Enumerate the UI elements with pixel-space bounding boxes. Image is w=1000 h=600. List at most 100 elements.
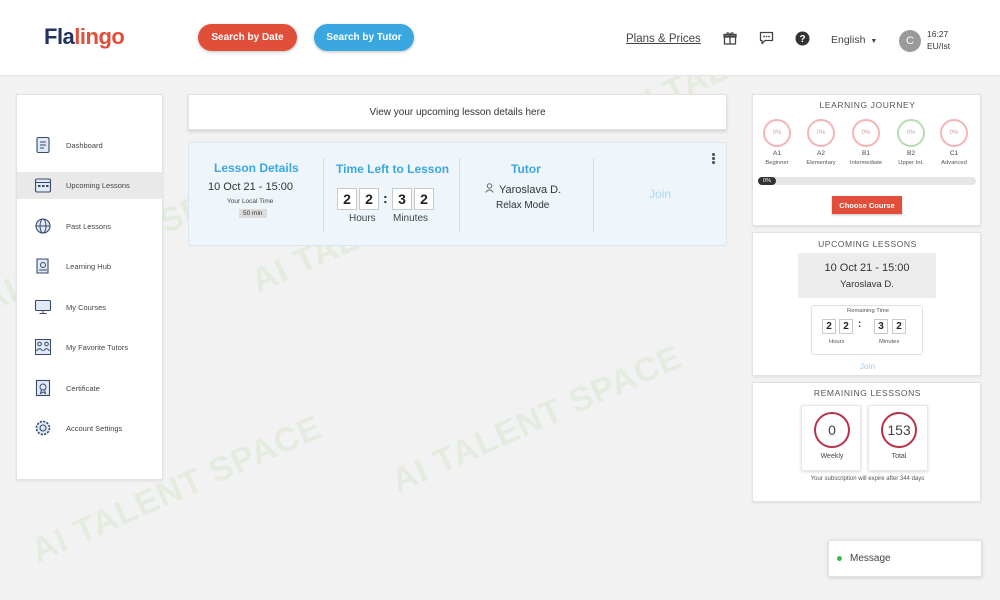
flalingo-logo[interactable]: Flalingo bbox=[44, 24, 125, 50]
settings-icon bbox=[34, 419, 52, 437]
chat-icon[interactable] bbox=[758, 30, 774, 46]
divider bbox=[323, 158, 324, 232]
progress-label: 0% bbox=[763, 178, 771, 184]
remaining-time-box: Remaining Time 2 2 : 3 2 Hours Minutes bbox=[811, 305, 923, 355]
join-button[interactable]: Join bbox=[649, 187, 671, 201]
sidebar-item-my-courses[interactable]: My Courses bbox=[17, 294, 164, 321]
avatar[interactable]: C bbox=[899, 30, 921, 52]
learning-journey-title: LEARNING JOURNEY bbox=[819, 100, 916, 110]
minutes-label: Minutes bbox=[879, 339, 900, 345]
more-options-icon[interactable] bbox=[712, 153, 716, 165]
search-by-tutor-button[interactable]: Search by Tutor bbox=[314, 24, 414, 51]
certificate-icon bbox=[34, 379, 52, 397]
hours-label: Hours bbox=[829, 339, 845, 345]
subscription-expiry-text: Your subscription will expire after 344 … bbox=[810, 476, 925, 482]
tutor-name-row[interactable]: Yaroslava D. bbox=[485, 183, 561, 196]
countdown-digit: 2 bbox=[892, 319, 906, 334]
countdown-digit: 2 bbox=[337, 188, 357, 210]
upcoming-lessons-banner: View your upcoming lesson details here bbox=[188, 94, 727, 130]
lesson-datetime: 10 Oct 21 - 15:00 bbox=[208, 181, 293, 193]
total-lessons-box: 153 Total bbox=[868, 405, 928, 471]
clock-display: 16:27 EU/Ist bbox=[927, 28, 950, 52]
logo-part-2: lingo bbox=[74, 24, 125, 49]
level-percent: 0% bbox=[861, 130, 871, 136]
tutor-name: Yaroslava D. bbox=[499, 183, 562, 196]
plans-prices-link[interactable]: Plans & Prices bbox=[626, 33, 701, 45]
language-label: English bbox=[831, 34, 866, 46]
message-label: Message bbox=[850, 553, 891, 564]
countdown: 2 2 : 3 2 Hours Minutes bbox=[333, 143, 453, 247]
level-code: A2 bbox=[817, 150, 825, 157]
journey-progress-fill: 0% bbox=[758, 177, 776, 185]
sidebar-item-learning-hub[interactable]: Learning Hub bbox=[17, 253, 164, 280]
level-code: B2 bbox=[907, 150, 915, 157]
countdown-colon: : bbox=[383, 190, 388, 206]
level-b2-ring: 0% bbox=[897, 119, 925, 147]
sidebar-item-label: Upcoming Lessons bbox=[66, 181, 130, 190]
lesson-details-title: Lesson Details bbox=[214, 161, 299, 175]
hours-label: Hours bbox=[349, 213, 376, 224]
svg-text:?: ? bbox=[799, 34, 805, 45]
countdown-colon: : bbox=[858, 319, 862, 330]
duration-badge: 50 min bbox=[239, 209, 267, 218]
remaining-lessons-title: REMAINING LESSSONS bbox=[813, 388, 922, 398]
upcoming-lessons-card: UPCOMING LESSONS 10 Oct 21 - 15:00 Yaros… bbox=[752, 232, 981, 376]
book-icon bbox=[34, 257, 52, 275]
level-name: Intermediate bbox=[849, 160, 883, 166]
monitor-icon bbox=[34, 298, 52, 316]
dashboard-icon bbox=[34, 136, 52, 154]
watermark: AI TALENT SPACE bbox=[385, 337, 689, 501]
logo-part-1: Fla bbox=[44, 24, 75, 49]
weekly-value: 0 bbox=[828, 422, 836, 438]
minutes-label: Minutes bbox=[393, 213, 429, 224]
lesson-card: Lesson Details 10 Oct 21 - 15:00 Your Lo… bbox=[188, 142, 727, 246]
chevron-down-icon: ▼ bbox=[870, 38, 878, 45]
journey-progress-bar: 0% bbox=[758, 177, 976, 185]
calendar-icon bbox=[34, 176, 52, 194]
sidebar-item-past-lessons[interactable]: Past Lessons bbox=[17, 213, 164, 240]
language-selector[interactable]: English ▼ bbox=[831, 34, 877, 46]
sidebar-item-dashboard[interactable]: Dashboard bbox=[17, 132, 164, 159]
total-label: Total bbox=[891, 453, 907, 460]
globe-icon bbox=[34, 217, 52, 235]
level-code: B1 bbox=[862, 150, 870, 157]
weekly-label: Weekly bbox=[820, 453, 844, 460]
clock-timezone: EU/Ist bbox=[927, 41, 951, 51]
user-icon bbox=[485, 183, 494, 196]
choose-course-button[interactable]: Choose Course bbox=[832, 196, 902, 214]
sidebar-item-label: Dashboard bbox=[66, 141, 103, 150]
sidebar-item-favorite-tutors[interactable]: My Favorite Tutors bbox=[17, 334, 164, 361]
level-percent: 0% bbox=[949, 130, 959, 136]
divider bbox=[593, 158, 594, 232]
search-by-date-button[interactable]: Search by Date bbox=[198, 24, 297, 51]
countdown-digit: 2 bbox=[414, 188, 434, 210]
level-name: Advanced bbox=[941, 160, 967, 166]
tutor-title: Tutor bbox=[511, 162, 541, 176]
upcoming-datetime: 10 Oct 21 - 15:00 bbox=[824, 262, 910, 274]
level-name: Elementary bbox=[806, 160, 836, 166]
top-header: Flalingo Search by Date Search by Tutor … bbox=[0, 0, 1000, 76]
level-b1-ring: 0% bbox=[852, 119, 880, 147]
remaining-time-label: Remaining Time bbox=[847, 308, 889, 314]
message-widget[interactable]: Message bbox=[828, 540, 982, 577]
help-icon[interactable]: ? bbox=[794, 30, 810, 46]
level-percent: 0% bbox=[772, 130, 782, 136]
tutors-icon bbox=[34, 338, 52, 356]
sidebar-item-label: Past Lessons bbox=[66, 222, 112, 231]
gift-icon[interactable] bbox=[722, 30, 738, 46]
sidebar-item-label: My Favorite Tutors bbox=[66, 343, 129, 352]
level-a2-ring: 0% bbox=[807, 119, 835, 147]
countdown-digit: 2 bbox=[822, 319, 836, 334]
banner-text: View your upcoming lesson details here bbox=[369, 106, 546, 118]
countdown-digit: 3 bbox=[874, 319, 888, 334]
sidebar-item-certificate[interactable]: Certificate bbox=[17, 375, 164, 402]
upcoming-join-link[interactable]: Join bbox=[753, 361, 982, 371]
upcoming-lessons-title: UPCOMING LESSONS bbox=[818, 239, 917, 249]
level-code: C1 bbox=[949, 150, 959, 157]
upcoming-lesson-summary[interactable]: 10 Oct 21 - 15:00 Yaroslava D. bbox=[798, 253, 936, 298]
sidebar-item-upcoming-lessons[interactable]: Upcoming Lessons bbox=[17, 172, 164, 199]
remaining-lessons-card: REMAINING LESSSONS 0 Weekly 153 Total Yo… bbox=[752, 382, 981, 502]
sidebar-item-account-settings[interactable]: Account Settings bbox=[17, 415, 164, 442]
clock-time: 16:27 bbox=[927, 29, 949, 39]
upcoming-tutor: Yaroslava D. bbox=[840, 279, 894, 290]
